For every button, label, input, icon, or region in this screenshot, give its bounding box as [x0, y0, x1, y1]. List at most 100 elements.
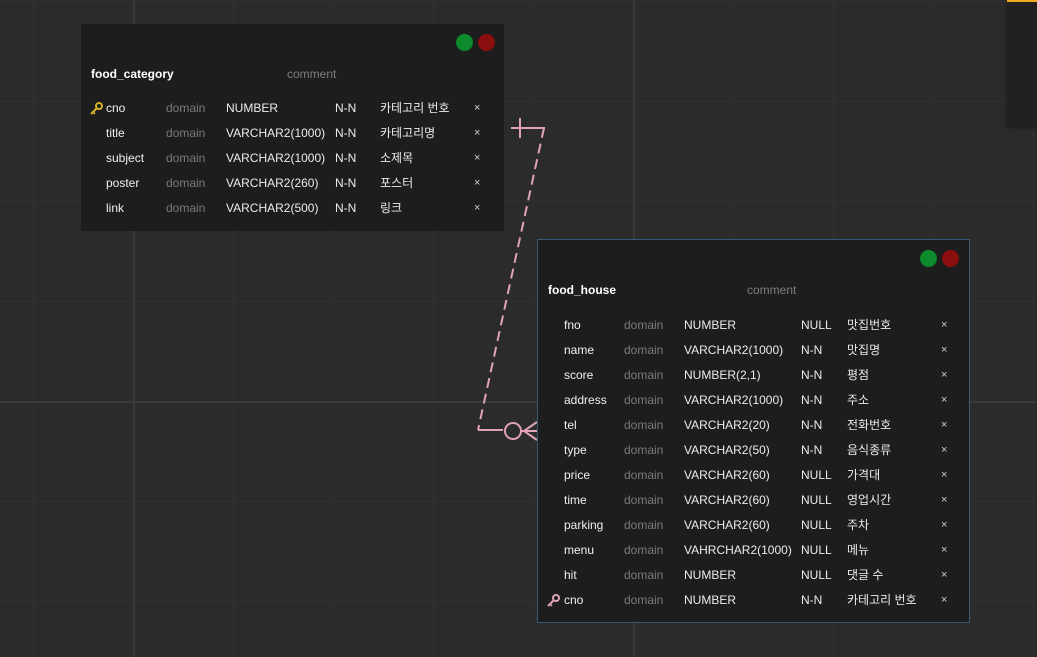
column-delete-button[interactable]: ×	[941, 538, 947, 563]
column-delete-button[interactable]: ×	[474, 196, 480, 221]
table-color-button[interactable]	[456, 34, 473, 51]
column-nullable[interactable]: N-N	[801, 338, 822, 363]
table-color-button[interactable]	[920, 250, 937, 267]
table-food-house[interactable]: food_house comment fno domain NUMBER NULL 맛집…	[537, 239, 970, 623]
column-row[interactable]: subject domain VARCHAR2(1000) N-N 소제목 ×	[81, 146, 504, 171]
column-delete-button[interactable]: ×	[941, 388, 947, 413]
column-type[interactable]: VARCHAR2(60)	[684, 513, 770, 538]
column-type[interactable]: VARCHAR2(500)	[226, 196, 318, 221]
column-comment[interactable]: 포스터	[380, 171, 413, 196]
column-domain[interactable]: domain	[166, 146, 205, 171]
column-domain[interactable]: domain	[624, 388, 663, 413]
column-nullable[interactable]: N-N	[801, 588, 822, 613]
column-comment[interactable]: 맛집번호	[847, 313, 891, 338]
column-comment[interactable]: 전화번호	[847, 413, 891, 438]
column-name[interactable]: menu	[564, 538, 594, 563]
table-delete-button[interactable]	[478, 34, 495, 51]
column-name[interactable]: hit	[564, 563, 577, 588]
column-comment[interactable]: 소제목	[380, 146, 413, 171]
column-name[interactable]: score	[564, 363, 593, 388]
column-domain[interactable]: domain	[624, 588, 663, 613]
column-delete-button[interactable]: ×	[474, 146, 480, 171]
column-comment[interactable]: 영업시간	[847, 488, 891, 513]
column-name[interactable]: tel	[564, 413, 577, 438]
column-comment[interactable]: 평점	[847, 363, 869, 388]
column-row[interactable]: tel domain VARCHAR2(20) N-N 전화번호 ×	[538, 413, 969, 438]
column-name[interactable]: fno	[564, 313, 581, 338]
column-domain[interactable]: domain	[624, 488, 663, 513]
column-nullable[interactable]: NULL	[801, 463, 832, 488]
column-domain[interactable]: domain	[624, 563, 663, 588]
column-row[interactable]: time domain VARCHAR2(60) NULL 영업시간 ×	[538, 488, 969, 513]
column-type[interactable]: VARCHAR2(1000)	[226, 121, 325, 146]
column-nullable[interactable]: N-N	[335, 196, 356, 221]
column-nullable[interactable]: NULL	[801, 488, 832, 513]
column-type[interactable]: NUMBER	[226, 96, 278, 121]
column-comment[interactable]: 카테고리 번호	[380, 96, 450, 121]
table-food-category[interactable]: food_category comment cno domain NUMBER N-N…	[81, 24, 504, 231]
column-domain[interactable]: domain	[624, 363, 663, 388]
column-type[interactable]: VARCHAR2(60)	[684, 488, 770, 513]
column-row[interactable]: name domain VARCHAR2(1000) N-N 맛집명 ×	[538, 338, 969, 363]
column-row[interactable]: parking domain VARCHAR2(60) NULL 주차 ×	[538, 513, 969, 538]
column-domain[interactable]: domain	[166, 96, 205, 121]
column-row[interactable]: title domain VARCHAR2(1000) N-N 카테고리명 ×	[81, 121, 504, 146]
table-comment[interactable]: comment	[747, 283, 796, 297]
column-comment[interactable]: 링크	[380, 196, 402, 221]
column-nullable[interactable]: N-N	[801, 363, 822, 388]
column-nullable[interactable]: NULL	[801, 313, 832, 338]
column-type[interactable]: NUMBER	[684, 588, 736, 613]
column-type[interactable]: NUMBER(2,1)	[684, 363, 761, 388]
column-name[interactable]: cno	[106, 96, 125, 121]
column-delete-button[interactable]: ×	[941, 363, 947, 388]
column-row[interactable]: fno domain NUMBER NULL 맛집번호 ×	[538, 313, 969, 338]
column-comment[interactable]: 가격대	[847, 463, 880, 488]
column-name[interactable]: subject	[106, 146, 144, 171]
column-delete-button[interactable]: ×	[474, 171, 480, 196]
column-domain[interactable]: domain	[624, 438, 663, 463]
column-delete-button[interactable]: ×	[941, 513, 947, 538]
column-type[interactable]: VARCHAR2(1000)	[684, 338, 783, 363]
column-type[interactable]: VARCHAR2(60)	[684, 463, 770, 488]
column-name[interactable]: title	[106, 121, 125, 146]
column-domain[interactable]: domain	[624, 413, 663, 438]
column-row[interactable]: menu domain VAHRCHAR2(1000) NULL 메뉴 ×	[538, 538, 969, 563]
column-row[interactable]: price domain VARCHAR2(60) NULL 가격대 ×	[538, 463, 969, 488]
column-row[interactable]: cno domain NUMBER N-N 카테고리 번호 ×	[538, 588, 969, 613]
column-domain[interactable]: domain	[624, 338, 663, 363]
column-nullable[interactable]: N-N	[801, 413, 822, 438]
column-type[interactable]: VARCHAR2(1000)	[226, 146, 325, 171]
column-nullable[interactable]: N-N	[801, 388, 822, 413]
column-comment[interactable]: 카테고리 번호	[847, 588, 917, 613]
column-domain[interactable]: domain	[624, 313, 663, 338]
column-domain[interactable]: domain	[624, 513, 663, 538]
column-domain[interactable]: domain	[166, 171, 205, 196]
column-row[interactable]: address domain VARCHAR2(1000) N-N 주소 ×	[538, 388, 969, 413]
table-delete-button[interactable]	[942, 250, 959, 267]
column-nullable[interactable]: NULL	[801, 513, 832, 538]
column-type[interactable]: NUMBER	[684, 563, 736, 588]
column-nullable[interactable]: N-N	[801, 438, 822, 463]
column-row[interactable]: score domain NUMBER(2,1) N-N 평점 ×	[538, 363, 969, 388]
column-delete-button[interactable]: ×	[941, 563, 947, 588]
column-comment[interactable]: 음식종류	[847, 438, 891, 463]
column-delete-button[interactable]: ×	[941, 463, 947, 488]
column-row[interactable]: poster domain VARCHAR2(260) N-N 포스터 ×	[81, 171, 504, 196]
column-name[interactable]: type	[564, 438, 587, 463]
column-row[interactable]: hit domain NUMBER NULL 댓글 수 ×	[538, 563, 969, 588]
column-name[interactable]: time	[564, 488, 587, 513]
column-nullable[interactable]: N-N	[335, 171, 356, 196]
column-name[interactable]: cno	[564, 588, 583, 613]
column-comment[interactable]: 댓글 수	[847, 563, 883, 588]
column-type[interactable]: VARCHAR2(50)	[684, 438, 770, 463]
column-type[interactable]: VARCHAR2(260)	[226, 171, 318, 196]
column-delete-button[interactable]: ×	[474, 121, 480, 146]
column-delete-button[interactable]: ×	[941, 438, 947, 463]
column-delete-button[interactable]: ×	[941, 313, 947, 338]
column-comment[interactable]: 주차	[847, 513, 869, 538]
column-nullable[interactable]: N-N	[335, 96, 356, 121]
table-name[interactable]: food_category	[91, 67, 174, 81]
column-type[interactable]: VAHRCHAR2(1000)	[684, 538, 792, 563]
column-name[interactable]: name	[564, 338, 594, 363]
column-delete-button[interactable]: ×	[941, 588, 947, 613]
